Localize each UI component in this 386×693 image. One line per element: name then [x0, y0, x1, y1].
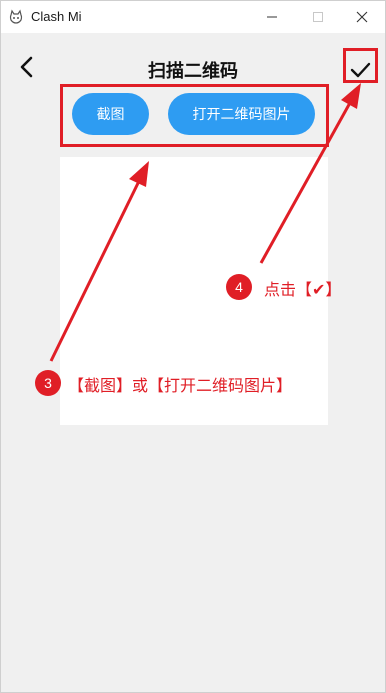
minimize-icon	[267, 16, 277, 18]
step-3-text: 【截图】或【打开二维码图片】	[68, 376, 293, 395]
app-icon	[9, 9, 23, 25]
app-window: Clash Mi 扫描二维码 截图 打开二维码图片 3 【截图】或【打开二维码图…	[0, 0, 386, 693]
title-bar: Clash Mi	[1, 1, 385, 33]
minimize-button[interactable]	[249, 1, 295, 33]
maximize-icon	[313, 12, 323, 22]
window-title: Clash Mi	[31, 9, 82, 24]
annotation-box-buttons	[60, 84, 329, 147]
page-title: 扫描二维码	[148, 61, 238, 82]
close-icon	[356, 11, 368, 23]
step-4-text: 点击【✔】	[264, 280, 342, 299]
step-3-badge: 3	[35, 370, 61, 396]
maximize-button[interactable]	[295, 1, 341, 33]
annotation-box-confirm	[343, 48, 378, 83]
close-button[interactable]	[339, 1, 385, 33]
step-4-badge: 4	[226, 274, 252, 300]
